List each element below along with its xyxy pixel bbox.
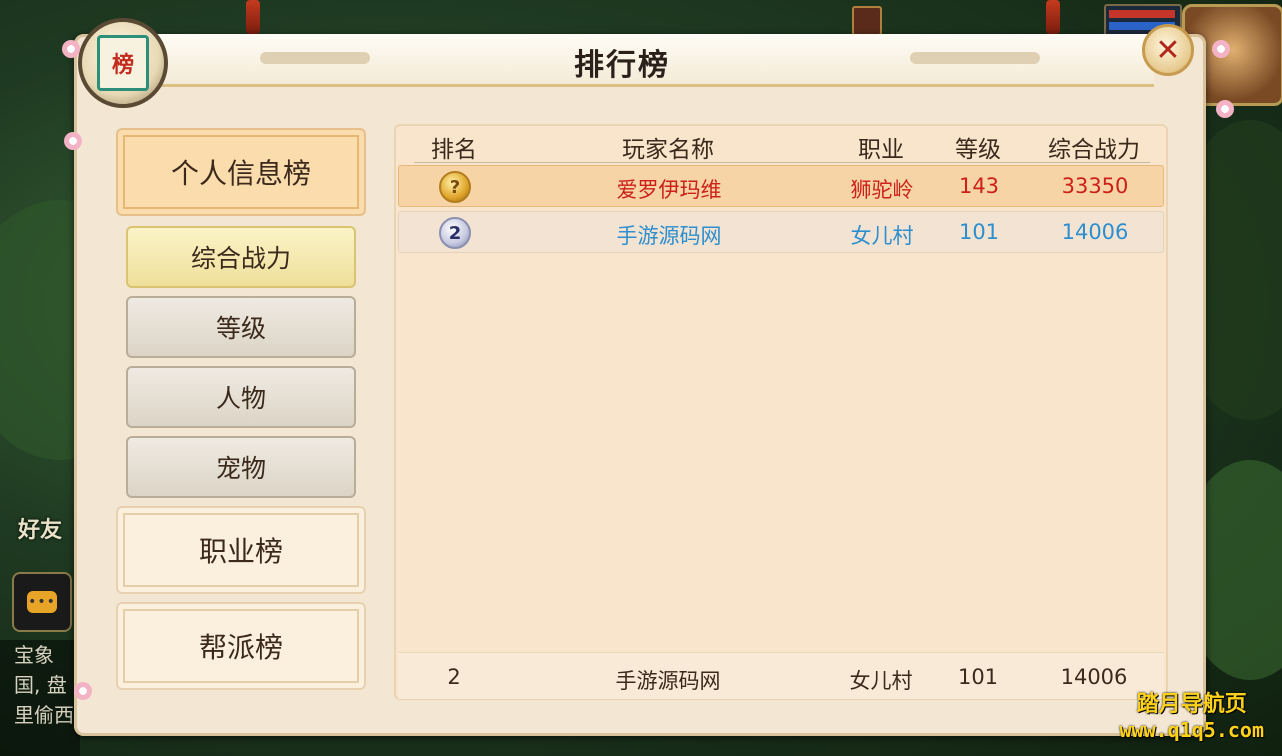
activity-icon[interactable] xyxy=(852,6,882,36)
chat-line: 国, 盘 xyxy=(14,673,67,697)
table-header: 排名 玩家名称 职业 等级 综合战力 xyxy=(414,126,1150,163)
player-name: 手游源码网 xyxy=(616,224,722,248)
watermark-title: 踏月导航页 xyxy=(1136,692,1247,717)
subtab-overall-power[interactable]: 综合战力 xyxy=(126,226,356,288)
chat-button[interactable]: ••• xyxy=(12,572,72,632)
category-personal-info[interactable]: 个人信息榜 xyxy=(116,128,366,216)
panel-title: 排行榜 xyxy=(574,48,670,83)
background-pole xyxy=(1046,0,1060,34)
chat-line: 里偷西 xyxy=(14,703,74,727)
player-school: 女儿村 xyxy=(850,224,914,248)
player-power: 33350 xyxy=(1061,174,1129,198)
flower-ornament xyxy=(74,682,92,700)
subtab-level[interactable]: 等级 xyxy=(126,296,356,358)
leaderboard-emblem-icon: 榜 xyxy=(78,18,168,108)
header-power: 综合战力 xyxy=(1048,137,1140,163)
chat-log: 宝象 国, 盘 里偷西 xyxy=(0,640,80,756)
player-level: 143 xyxy=(958,174,1000,198)
player-level: 101 xyxy=(958,220,1000,244)
subtab-character[interactable]: 人物 xyxy=(126,366,356,428)
watermark-url: www.q1q5.com xyxy=(1119,718,1265,742)
subtab-pet[interactable]: 宠物 xyxy=(126,436,356,498)
scroll-icon: 榜 xyxy=(97,35,149,91)
friends-label[interactable]: 好友 xyxy=(18,512,62,544)
site-watermark: 踏月导航页 www.q1q5.com xyxy=(1120,686,1265,742)
player-name: 爱罗伊玛维 xyxy=(616,178,722,202)
title-bar: 排行榜 xyxy=(90,34,1154,87)
my-power: 14006 xyxy=(1060,665,1128,689)
player-school: 狮驼岭 xyxy=(850,178,914,202)
my-rank: 2 xyxy=(447,665,461,689)
gold-medal-icon: ? xyxy=(439,171,471,203)
header-school: 职业 xyxy=(858,137,904,163)
silver-medal-icon: 2 xyxy=(439,217,471,249)
speech-bubble-icon: ••• xyxy=(27,591,57,613)
category-guild[interactable]: 帮派榜 xyxy=(116,602,366,690)
my-name: 手游源码网 xyxy=(615,669,721,693)
header-level: 等级 xyxy=(955,137,1001,163)
header-player-name: 玩家名称 xyxy=(622,137,714,163)
flower-ornament xyxy=(64,132,82,150)
background-pole xyxy=(246,0,260,34)
table-row[interactable]: ? 爱罗伊玛维 狮驼岭 143 33350 xyxy=(398,165,1164,207)
chat-line: 宝象 xyxy=(14,643,54,667)
header-rank: 排名 xyxy=(431,137,477,163)
flower-ornament xyxy=(1212,40,1230,58)
flower-ornament xyxy=(62,40,80,58)
category-profession[interactable]: 职业榜 xyxy=(116,506,366,594)
my-rank-row: 2 手游源码网 女儿村 101 14006 xyxy=(398,652,1164,699)
my-level: 101 xyxy=(957,665,999,689)
flower-ornament xyxy=(1216,100,1234,118)
player-power: 14006 xyxy=(1061,220,1129,244)
my-school: 女儿村 xyxy=(849,669,913,693)
table-row[interactable]: 2 手游源码网 女儿村 101 14006 xyxy=(398,211,1164,253)
close-button[interactable]: ✕ xyxy=(1142,24,1194,76)
